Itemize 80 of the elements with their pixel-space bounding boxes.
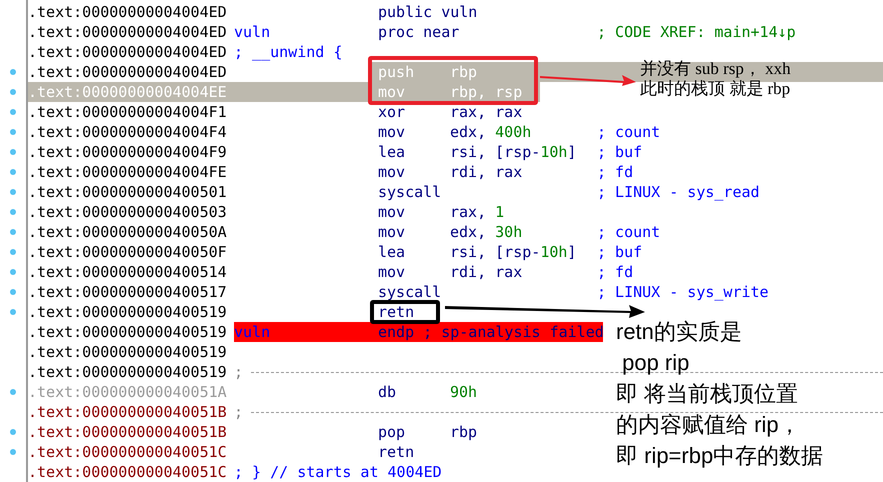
address-text: .text:000000000040050A — [28, 222, 227, 242]
operand-text: rsi, [rsp-10h] — [450, 142, 576, 162]
comment-text: ; count — [597, 222, 660, 242]
mnemonic-text: mov — [378, 262, 406, 282]
address-text: .text:0000000000400503 — [28, 202, 227, 222]
operand-text: rsi, [rsp-10h] — [450, 242, 576, 262]
comment-text: ; fd — [597, 162, 634, 182]
address-text: .text:000000000040051C — [28, 462, 227, 482]
code-label: ; __unwind { — [234, 42, 342, 62]
address-text: .text:0000000000400519 — [28, 342, 227, 362]
address-text: .text:00000000004004EE — [28, 82, 227, 102]
mnemonic-text: lea — [378, 242, 406, 262]
operand-text: 90h — [450, 382, 478, 402]
address-text: .text:000000000040051C — [28, 442, 227, 462]
code-label: vuln — [234, 22, 270, 42]
operand-text: rbp — [450, 62, 478, 82]
separator-text: ; — [234, 362, 244, 382]
address-text: .text:00000000004004ED — [28, 42, 227, 62]
mnemonic-text: mov — [378, 82, 406, 102]
address-text: .text:00000000004004ED — [28, 62, 227, 82]
comment-text: ; CODE XREF: main+14↓p — [597, 22, 796, 42]
comment-text: ; fd — [597, 262, 634, 282]
comment-text: ; count — [597, 122, 660, 142]
mnemonic-text: retn — [378, 442, 414, 462]
mnemonic-text: mov — [378, 162, 406, 182]
operand-text: rbp, rsp — [450, 82, 522, 102]
mnemonic-text: endp ; sp-analysis failed — [378, 322, 604, 342]
mnemonic-text: pop — [378, 422, 406, 442]
address-text: .text:00000000004004F9 — [28, 142, 227, 162]
mnemonic-text: mov — [378, 122, 406, 142]
address-text: .text:00000000004004F4 — [28, 122, 227, 142]
operand-text: rbp — [450, 422, 478, 442]
operand-text: rdi, rax — [450, 262, 522, 282]
annotation-text: pop rip — [621, 349, 690, 377]
mnemonic-text: mov — [378, 202, 406, 222]
address-text: .text:0000000000400519 — [28, 302, 227, 322]
address-text: .text:00000000004004FE — [28, 162, 227, 182]
address-text: .text:000000000040050F — [28, 242, 227, 262]
mnemonic-text: push — [378, 62, 414, 82]
operand-text: rax, 1 — [450, 202, 504, 222]
address-text: .text:0000000000400514 — [28, 262, 227, 282]
annotation-text: 的内容赋值给 rip， — [616, 411, 801, 439]
mnemonic-text: mov — [378, 222, 406, 242]
highlight-frame — [370, 300, 440, 324]
mnemonic-text: lea — [378, 142, 406, 162]
mnemonic-text: proc near — [378, 22, 460, 42]
address-text: .text:00000000004004ED — [28, 2, 227, 22]
annotation-text: 即 将当前栈顶位置 — [616, 380, 798, 408]
address-text: .text:0000000000400519 — [28, 322, 227, 342]
separator-text: ; — [234, 402, 244, 422]
code-label: vuln — [234, 322, 270, 342]
address-text: .text:00000000004004ED — [28, 22, 227, 42]
code-label: ; } // starts at 4004ED — [234, 462, 442, 482]
address-text: .text:000000000040051B — [28, 402, 227, 422]
annotation-text: 此时的栈顶 就是 rbp — [640, 79, 790, 99]
address-text: .text:0000000000400501 — [28, 182, 227, 202]
mnemonic-text: public vuln — [378, 2, 478, 22]
address-text: .text:0000000000400519 — [28, 362, 227, 382]
comment-text: ; LINUX - sys_write — [597, 282, 769, 302]
annotation-text: 并没有 sub rsp， xxh — [640, 59, 791, 79]
address-text: .text:000000000040051A — [28, 382, 227, 402]
arrow-icon — [540, 72, 636, 86]
mnemonic-text: xor — [378, 102, 406, 122]
operand-text: edx, 30h — [450, 222, 522, 242]
mnemonic-text: retn — [378, 302, 414, 322]
arrow-icon — [445, 304, 645, 318]
address-text: .text:000000000040051B — [28, 422, 227, 442]
operand-text: rax, rax — [450, 102, 522, 122]
operand-text: rdi, rax — [450, 162, 522, 182]
annotation-text: retn的实质是 — [616, 318, 742, 346]
annotation-text: 即 rip=rbp中存的数据 — [616, 442, 824, 470]
address-text: .text:00000000004004F1 — [28, 102, 227, 122]
comment-text: ; LINUX - sys_read — [597, 182, 760, 202]
comment-text: ; buf — [597, 242, 642, 262]
mnemonic-text: syscall — [378, 182, 442, 202]
mnemonic-text: db — [378, 382, 396, 402]
comment-text: ; buf — [597, 142, 642, 162]
mnemonic-text: syscall — [378, 282, 442, 302]
address-text: .text:0000000000400517 — [28, 282, 227, 302]
operand-text: edx, 400h — [450, 122, 532, 142]
